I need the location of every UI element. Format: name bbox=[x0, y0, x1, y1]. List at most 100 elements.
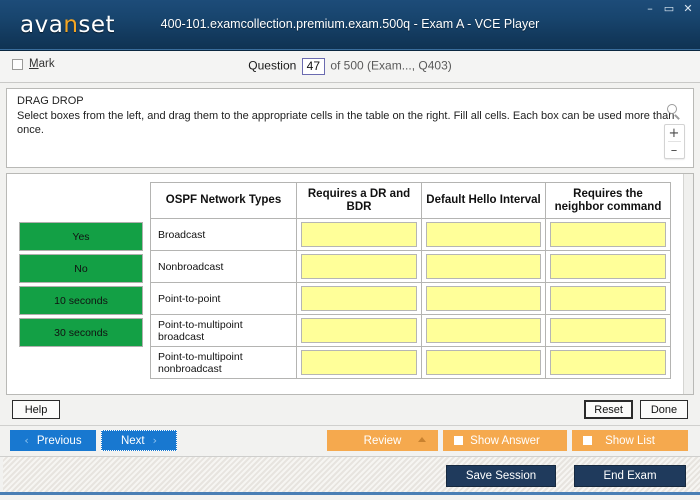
drop-zone[interactable] bbox=[426, 286, 541, 311]
table-row: Point-to-point bbox=[150, 282, 671, 315]
row-label: Broadcast bbox=[150, 218, 297, 251]
drop-zone[interactable] bbox=[550, 350, 666, 375]
bottom-bar: Save Session End Exam bbox=[0, 456, 700, 495]
table-row: Point-to-multipoint broadcast bbox=[150, 314, 671, 347]
row-label: Point-to-multipoint broadcast bbox=[150, 314, 297, 347]
maximize-icon[interactable]: ▭ bbox=[663, 3, 675, 15]
show-list-button[interactable]: Show List bbox=[572, 430, 688, 451]
table-row: Nonbroadcast bbox=[150, 250, 671, 283]
drop-zone[interactable] bbox=[550, 318, 666, 343]
table-row: Broadcast bbox=[150, 218, 671, 251]
review-button[interactable]: Review bbox=[327, 430, 438, 451]
row-label: Point-to-point bbox=[150, 282, 297, 315]
save-session-button[interactable]: Save Session bbox=[446, 465, 556, 487]
table-row: Point-to-multipoint nonbroadcast bbox=[150, 346, 671, 379]
question-prefix: Question bbox=[248, 58, 297, 73]
drag-source-item[interactable]: No bbox=[19, 254, 143, 283]
drop-zone[interactable] bbox=[301, 318, 417, 343]
column-header-requires-dr-bdr: Requires a DR and BDR bbox=[296, 182, 422, 219]
close-icon[interactable]: ✕ bbox=[682, 3, 694, 15]
review-button-label: Review bbox=[363, 434, 402, 447]
column-header-network-types: OSPF Network Types bbox=[150, 182, 297, 219]
logo-text-part2: set bbox=[78, 12, 116, 38]
drop-cell[interactable] bbox=[545, 250, 671, 283]
show-list-button-label: Show List bbox=[605, 434, 655, 447]
drag-source-item[interactable]: Yes bbox=[19, 222, 143, 251]
zoom-tools: + – bbox=[662, 103, 686, 159]
drop-cell[interactable] bbox=[296, 218, 422, 251]
drop-zone[interactable] bbox=[301, 254, 417, 279]
window-controls: – ▭ ✕ bbox=[644, 3, 694, 15]
question-type-label: DRAG DROP bbox=[17, 95, 84, 107]
zoom-control: + – bbox=[663, 124, 685, 159]
logo-text-part1: ava bbox=[20, 12, 64, 38]
table-header-row: OSPF Network Types Requires a DR and BDR… bbox=[150, 182, 671, 219]
chevron-left-icon: ‹ bbox=[24, 434, 29, 447]
drop-zone[interactable] bbox=[426, 350, 541, 375]
drag-source-list: Yes No 10 seconds 30 seconds bbox=[19, 222, 143, 350]
drag-source-item[interactable]: 30 seconds bbox=[19, 318, 143, 347]
drop-cell[interactable] bbox=[421, 282, 546, 315]
next-button-label: Next bbox=[120, 434, 145, 447]
drop-zone[interactable] bbox=[550, 286, 666, 311]
done-button[interactable]: Done bbox=[640, 400, 688, 419]
previous-button[interactable]: ‹ Previous bbox=[10, 430, 96, 451]
chevron-right-icon: › bbox=[152, 434, 158, 447]
question-suffix: of 500 (Exam..., Q403) bbox=[330, 58, 452, 73]
question-instructions: Select boxes from the left, and drag the… bbox=[17, 110, 675, 136]
drop-target-table: OSPF Network Types Requires a DR and BDR… bbox=[150, 182, 671, 379]
magnifier-icon[interactable] bbox=[665, 103, 683, 121]
zoom-in-button[interactable]: + bbox=[665, 125, 684, 141]
answer-area: Yes No 10 seconds 30 seconds OSPF Networ… bbox=[6, 173, 694, 395]
drop-cell[interactable] bbox=[296, 250, 422, 283]
column-header-requires-neighbor-command: Requires the neighbor command bbox=[545, 182, 671, 219]
action-row: Help Reset Done bbox=[0, 395, 700, 426]
end-exam-button[interactable]: End Exam bbox=[574, 465, 686, 487]
drag-source-item[interactable]: 10 seconds bbox=[19, 286, 143, 315]
drop-zone[interactable] bbox=[426, 254, 541, 279]
next-button[interactable]: Next › bbox=[101, 430, 177, 451]
question-counter: Question 47 of 500 (Exam..., Q403) bbox=[0, 58, 700, 75]
column-header-default-hello-interval: Default Hello Interval bbox=[421, 182, 546, 219]
navigation-row: ‹ Previous Next › Review Show Answer Sho… bbox=[0, 426, 700, 456]
row-label: Point-to-multipoint nonbroadcast bbox=[150, 346, 297, 379]
drop-zone[interactable] bbox=[550, 222, 666, 247]
logo-text-accent: n bbox=[63, 12, 79, 38]
magnifier-handle bbox=[674, 114, 680, 120]
vce-player-window: avanset 400-101.examcollection.premium.e… bbox=[0, 0, 700, 500]
drop-zone[interactable] bbox=[301, 222, 417, 247]
drop-cell[interactable] bbox=[545, 346, 671, 379]
square-icon bbox=[454, 436, 463, 445]
window-left-edge bbox=[0, 457, 3, 495]
row-label: Nonbroadcast bbox=[150, 250, 297, 283]
title-bar: avanset 400-101.examcollection.premium.e… bbox=[0, 0, 700, 51]
show-answer-button-label: Show Answer bbox=[470, 434, 540, 447]
window-bottom-edge bbox=[0, 492, 700, 495]
drop-zone[interactable] bbox=[426, 222, 541, 247]
show-answer-button[interactable]: Show Answer bbox=[443, 430, 567, 451]
drop-zone[interactable] bbox=[426, 318, 541, 343]
drop-cell[interactable] bbox=[421, 314, 546, 347]
drop-zone[interactable] bbox=[550, 254, 666, 279]
help-button[interactable]: Help bbox=[12, 400, 60, 419]
drop-cell[interactable] bbox=[296, 346, 422, 379]
drop-zone[interactable] bbox=[301, 286, 417, 311]
zoom-out-button[interactable]: – bbox=[665, 142, 684, 158]
drop-cell[interactable] bbox=[421, 218, 546, 251]
question-number-input[interactable]: 47 bbox=[301, 58, 325, 75]
drop-cell[interactable] bbox=[545, 282, 671, 315]
question-stem-panel: DRAG DROP Select boxes from the left, an… bbox=[6, 88, 694, 168]
drop-cell[interactable] bbox=[296, 282, 422, 315]
drop-zone[interactable] bbox=[301, 350, 417, 375]
answer-area-container: Yes No 10 seconds 30 seconds OSPF Networ… bbox=[0, 173, 700, 395]
drop-cell[interactable] bbox=[421, 250, 546, 283]
drop-cell[interactable] bbox=[421, 346, 546, 379]
drop-cell[interactable] bbox=[545, 314, 671, 347]
magnifier-lens bbox=[667, 104, 677, 114]
minimize-icon[interactable]: – bbox=[644, 3, 656, 15]
drop-cell[interactable] bbox=[296, 314, 422, 347]
question-bar: Mark Question 47 of 500 (Exam..., Q403) bbox=[0, 51, 700, 83]
drop-cell[interactable] bbox=[545, 218, 671, 251]
reset-button[interactable]: Reset bbox=[584, 400, 633, 419]
answer-area-scrollbar[interactable] bbox=[683, 174, 693, 394]
